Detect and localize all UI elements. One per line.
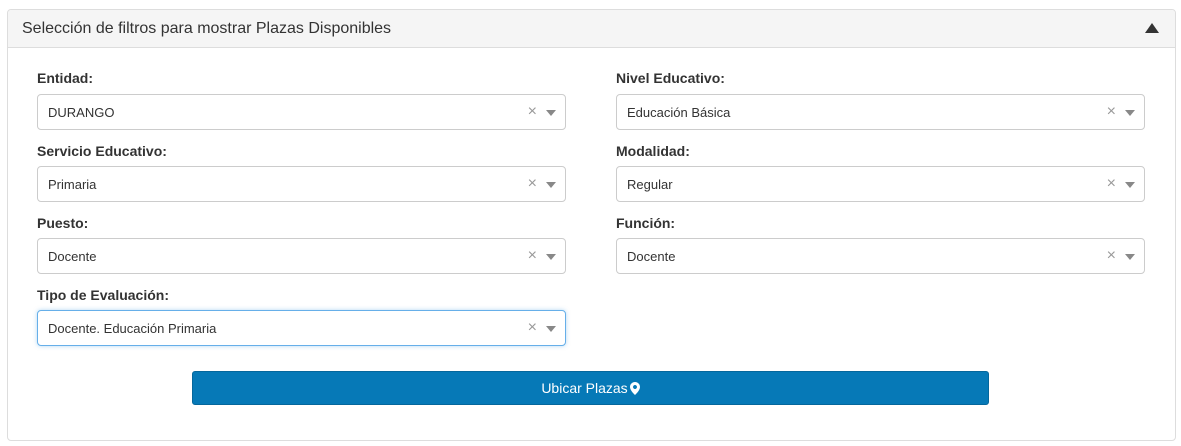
servicio-educativo-value: Primaria bbox=[48, 177, 97, 192]
clear-icon[interactable]: × bbox=[528, 247, 537, 265]
modalidad-label: Modalidad: bbox=[616, 143, 690, 159]
entidad-label: Entidad: bbox=[37, 70, 93, 86]
servicio-educativo-label: Servicio Educativo: bbox=[37, 143, 167, 159]
caret-down-icon bbox=[546, 326, 556, 332]
ubicar-plazas-button[interactable]: Ubicar Plazas bbox=[192, 371, 989, 405]
modalidad-select[interactable]: Regular × bbox=[616, 166, 1145, 202]
caret-down-icon bbox=[546, 182, 556, 188]
funcion-select[interactable]: Docente × bbox=[616, 238, 1145, 274]
triangle-up-icon[interactable] bbox=[1145, 23, 1159, 33]
clear-icon[interactable]: × bbox=[528, 175, 537, 193]
entidad-value: DURANGO bbox=[48, 105, 115, 120]
map-marker-icon bbox=[629, 381, 640, 395]
panel-title: Selección de filtros para mostrar Plazas… bbox=[22, 20, 392, 37]
panel-heading: Selección de filtros para mostrar Plazas… bbox=[8, 10, 1175, 48]
entidad-select[interactable]: DURANGO × bbox=[37, 94, 566, 130]
caret-down-icon bbox=[1125, 110, 1135, 116]
clear-icon[interactable]: × bbox=[1107, 247, 1116, 265]
caret-down-icon bbox=[1125, 182, 1135, 188]
nivel-educativo-select[interactable]: Educación Básica × bbox=[616, 94, 1145, 130]
servicio-educativo-select[interactable]: Primaria × bbox=[37, 166, 566, 202]
funcion-value: Docente bbox=[627, 249, 676, 264]
clear-icon[interactable]: × bbox=[528, 319, 537, 337]
funcion-label: Función: bbox=[616, 215, 676, 231]
caret-down-icon bbox=[1125, 254, 1135, 260]
nivel-educativo-label: Nivel Educativo: bbox=[616, 70, 725, 86]
puesto-select[interactable]: Docente × bbox=[37, 238, 566, 274]
caret-down-icon bbox=[546, 110, 556, 116]
puesto-label: Puesto: bbox=[37, 215, 89, 231]
tipo-evaluacion-select[interactable]: Docente. Educación Primaria × bbox=[37, 310, 566, 346]
ubicar-plazas-label: Ubicar Plazas bbox=[541, 380, 628, 396]
clear-icon[interactable]: × bbox=[1107, 175, 1116, 193]
nivel-educativo-value: Educación Básica bbox=[627, 105, 731, 120]
caret-down-icon bbox=[546, 254, 556, 260]
tipo-evaluacion-value: Docente. Educación Primaria bbox=[48, 321, 217, 336]
clear-icon[interactable]: × bbox=[528, 103, 537, 121]
modalidad-value: Regular bbox=[627, 177, 673, 192]
tipo-evaluacion-label: Tipo de Evaluación: bbox=[37, 287, 169, 303]
clear-icon[interactable]: × bbox=[1107, 103, 1116, 121]
puesto-value: Docente bbox=[48, 249, 97, 264]
